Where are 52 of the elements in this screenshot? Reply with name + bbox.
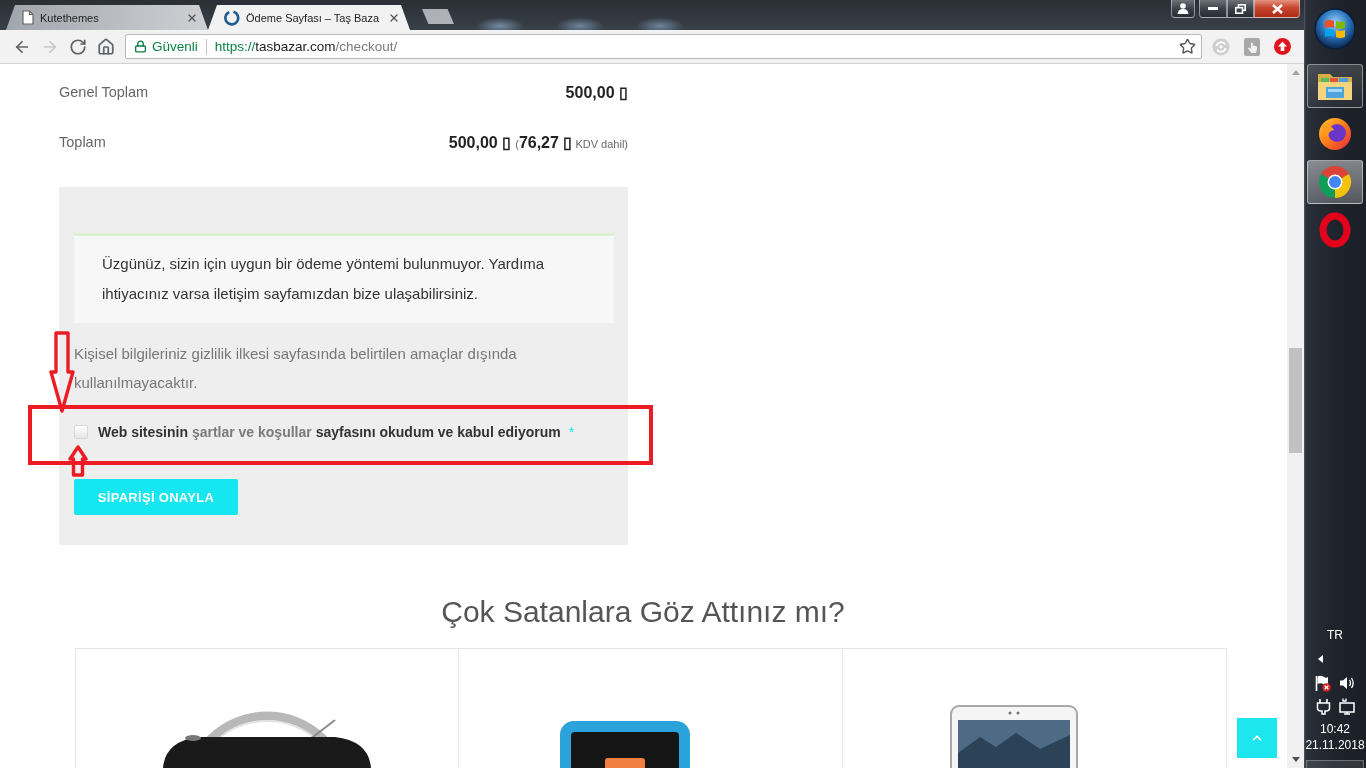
taskbar-button[interactable]: [1307, 64, 1363, 108]
clock-time[interactable]: 10:42: [1320, 721, 1350, 737]
browser-tab[interactable]: Ödeme Sayfası – Taş Baza: [208, 5, 410, 30]
scrollbar-thumb[interactable]: [1289, 348, 1302, 453]
ring-icon: [1319, 212, 1351, 248]
browser-tab[interactable]: Kutethemes: [6, 5, 208, 30]
person-icon: [1177, 3, 1189, 14]
required-mark: *: [568, 424, 575, 440]
ring-icon: [224, 9, 240, 26]
minimize-button[interactable]: [1199, 0, 1227, 18]
speaker-icon[interactable]: [1339, 675, 1355, 691]
close-button[interactable]: [1254, 0, 1300, 18]
segmented-circle-icon: [1317, 164, 1353, 200]
show-desktop-button[interactable]: [1306, 760, 1364, 768]
minimize-icon: [1208, 7, 1218, 10]
caret-left-icon[interactable]: [1318, 655, 1323, 663]
start-orb-icon[interactable]: [1314, 8, 1356, 50]
home-icon[interactable]: [97, 37, 115, 56]
reload-icon[interactable]: [69, 37, 87, 56]
restore-button[interactable]: [1227, 0, 1254, 18]
lock-icon: [134, 40, 147, 53]
security-label[interactable]: Güvenli: [152, 39, 198, 54]
scrollbar[interactable]: [1287, 64, 1304, 768]
folder-icon: [1317, 71, 1353, 101]
address-bar[interactable]: Güvenli https://tasbazar.com/checkout/: [125, 34, 1202, 59]
flag-icon[interactable]: [1315, 675, 1331, 692]
language-indicator[interactable]: TR: [1327, 627, 1343, 643]
summary-label: Toplam: [59, 134, 106, 150]
network-icon[interactable]: [1338, 698, 1355, 715]
clock-date[interactable]: 21.11.2018: [1305, 737, 1365, 753]
privacy-text: Kişisel bilgileriniz gizlilik ilkesi sayfasında belirtilen amaçlar dışında kullanılmayacaktır.: [74, 344, 518, 393]
new-tab-button[interactable]: [422, 9, 454, 24]
profile-button[interactable]: [1171, 0, 1195, 18]
globe-icon: [1318, 117, 1352, 151]
terms-link[interactable]: şartlar ve koşullar: [191, 424, 312, 440]
plug-icon[interactable]: [1315, 698, 1331, 715]
close-icon: [1271, 3, 1283, 14]
summary-label: Genel Toplam: [59, 84, 149, 100]
terms-checkbox[interactable]: [74, 425, 88, 439]
payment-notice: Üzgünüz, sizin için uygun bir ödeme yöntemi bulunmuyor. Yardıma ihtiyacınız varsa iletişim sayfamızdan bize ulaşabilirsiniz.: [74, 233, 614, 323]
summary-amount: 500,00 ▯: [448, 132, 512, 152]
tax-note: (76,27 ▯ KDV dahil): [515, 132, 628, 152]
page-icon: [22, 10, 34, 25]
url-text[interactable]: https://tasbazar.com/checkout/: [214, 39, 1179, 54]
terms-label[interactable]: Web sitesinin şartlar ve koşullar sayfasını okudum ve kabul ediyorum: [98, 424, 561, 440]
section-heading: Çok Satanlara Göz Attınız mı?: [440, 594, 846, 630]
bookmark-star-icon[interactable]: [1179, 38, 1196, 55]
scroll-down-icon[interactable]: [1291, 757, 1300, 762]
taskbar-button[interactable]: [1307, 160, 1363, 204]
summary-amount: 500,00 ▯: [565, 82, 628, 102]
restore-icon: [1235, 3, 1246, 14]
annotation-up-arrow: [67, 445, 89, 477]
